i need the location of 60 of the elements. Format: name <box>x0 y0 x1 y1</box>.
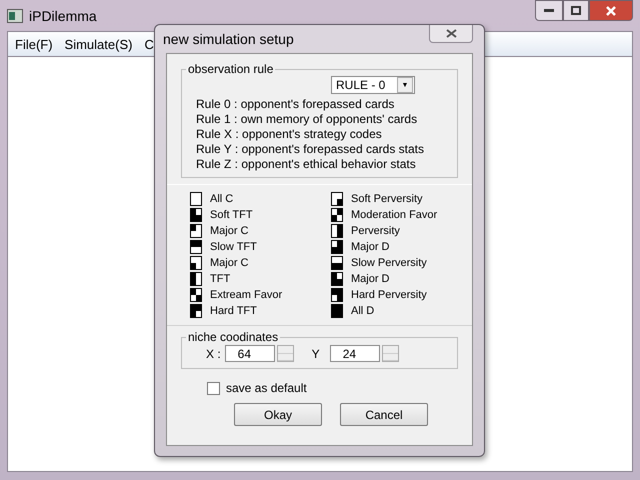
strategy-label: Major C <box>210 257 249 269</box>
close-icon <box>446 29 456 38</box>
y-label: Y <box>312 346 320 360</box>
y-field[interactable]: 24 <box>330 345 380 362</box>
x-label: X : <box>206 346 221 360</box>
strategy-label: Soft TFT <box>210 209 253 221</box>
app-icon <box>7 8 23 22</box>
close-button[interactable] <box>429 25 473 43</box>
strategy-label: Slow TFT <box>210 241 257 253</box>
strategy-pattern-icon <box>190 240 202 254</box>
menu-item[interactable]: Simulate(S) <box>58 36 138 52</box>
minimize-icon <box>544 8 554 12</box>
x-field[interactable]: 64 <box>224 345 275 362</box>
rule-description: Rule 0 : opponent's forepassed cards <box>196 97 396 111</box>
maximize-button[interactable] <box>563 0 589 21</box>
strategy-label: TFT <box>210 273 230 285</box>
strategy-pattern-icon <box>190 304 202 318</box>
strategy-pattern-icon <box>331 224 343 238</box>
rule-description: Rule X : opponent's strategy codes <box>196 127 383 141</box>
strategy-pattern-icon <box>331 208 343 222</box>
strategy-pattern-icon <box>190 208 202 222</box>
strategy-label: Soft Perversity <box>351 193 423 205</box>
maximize-icon <box>571 6 581 15</box>
rule-description: Rule Z : opponent's ethical behavior stats <box>196 157 417 171</box>
strategy-pattern-icon <box>331 192 343 206</box>
strategy-pattern-icon <box>190 288 202 302</box>
dialog-button[interactable]: Cancel <box>340 403 428 426</box>
dialog-title: new simulation setup <box>163 31 294 47</box>
strategy-pattern-icon <box>190 256 202 270</box>
strategy-label: All C <box>210 193 234 205</box>
checkbox-label: save as default <box>226 381 307 395</box>
strategy-label: Slow Perversity <box>351 257 427 269</box>
strategy-pattern-icon <box>190 272 202 286</box>
strategy-label: Major D <box>351 273 390 285</box>
strategy-pattern-icon <box>331 272 343 286</box>
strategy-pattern-icon <box>331 288 343 302</box>
rule-description: Rule Y : opponent's forepassed cards stats <box>196 142 425 156</box>
strategy-label: All D <box>351 305 374 317</box>
menu-item[interactable]: File(F) <box>8 36 58 52</box>
rule-description: Rule 1 : own memory of opponents' cards <box>196 112 418 126</box>
strategy-label: Major C <box>210 225 249 237</box>
group-label: observation rule <box>187 62 274 76</box>
strategy-pattern-icon <box>331 240 343 254</box>
close-icon <box>606 6 616 16</box>
dialog-button[interactable]: Okay <box>234 403 322 426</box>
window-title: iPDilemma <box>29 8 97 24</box>
strategy-label: Hard Perversity <box>351 289 427 301</box>
strategy-label: Moderation Favor <box>351 209 438 221</box>
strategy-label: Hard TFT <box>210 305 257 317</box>
checkbox[interactable] <box>207 382 220 394</box>
strategy-pattern-icon <box>190 224 202 238</box>
strategy-label: Extream Favor <box>210 289 282 301</box>
strategy-pattern-icon <box>331 304 343 318</box>
close-button[interactable] <box>589 0 633 21</box>
strategy-pattern-icon <box>331 256 343 270</box>
minimize-button[interactable] <box>535 0 563 21</box>
strategy-label: Major D <box>351 241 390 253</box>
strategy-label: Perversity <box>351 225 400 237</box>
group-label: niche coodinates <box>187 330 280 344</box>
strategy-pattern-icon <box>190 192 202 206</box>
